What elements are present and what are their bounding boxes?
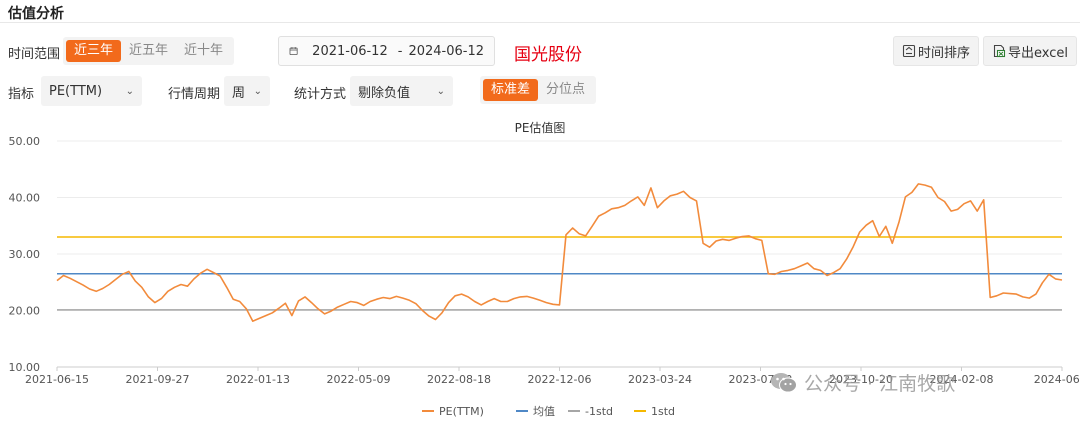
calendar-icon	[289, 47, 298, 55]
chevron-down-icon: ⌄	[436, 85, 445, 97]
time-range-segment: 近三年 近五年 近十年	[63, 37, 235, 65]
date-range-picker[interactable]: 2021-06-12 - 2024-06-12	[278, 36, 495, 66]
x-tick-label: 2022-12-06	[528, 373, 592, 386]
period-value: 周	[232, 85, 246, 101]
time-range-option-3y[interactable]: 近三年	[66, 40, 122, 62]
wechat-icon	[771, 372, 797, 392]
date-end[interactable]: 2024-06-12	[408, 44, 484, 59]
time-range-option-5y[interactable]: 近五年	[121, 40, 176, 62]
x-tick-label: 2021-06-15	[25, 373, 89, 386]
legend-item-label[interactable]: 1std	[651, 405, 675, 418]
time-sort-button[interactable]: 时间排序	[893, 36, 980, 66]
chart-title: PE估值图	[515, 120, 566, 135]
pe-series	[56, 183, 1063, 323]
mode-option-percentile[interactable]: 分位点	[538, 79, 593, 101]
x-tick-label: 2022-08-18	[427, 373, 491, 386]
metric-value: PE(TTM)	[49, 83, 103, 99]
mode-option-std[interactable]: 标准差	[483, 79, 539, 101]
export-excel-button[interactable]: 导出excel	[983, 36, 1077, 66]
chart-legend: PE(TTM) 均值 -1std 1std	[422, 405, 675, 418]
sort-icon	[902, 44, 916, 58]
panel-title: 估值分析	[8, 6, 64, 22]
x-tick-label: 2022-05-09	[327, 373, 391, 386]
gridlines	[57, 140, 1062, 368]
stock-name: 国光股份	[514, 45, 582, 65]
chevron-down-icon: ⌄	[253, 85, 262, 97]
chevron-down-icon: ⌄	[125, 85, 134, 97]
time-range-label: 时间范围	[8, 47, 61, 62]
time-sort-label: 时间排序	[918, 45, 971, 61]
date-separator: -	[397, 43, 403, 59]
y-tick-label: 50.00	[9, 135, 41, 148]
period-select[interactable]: 周 ⌄	[224, 76, 270, 106]
x-tick-label: 2023-03-24	[628, 373, 692, 386]
y-tick-label: 20.00	[9, 305, 41, 318]
export-excel-label: 导出excel	[1008, 45, 1068, 61]
stat-method-select[interactable]: 剔除负值 ⌄	[350, 76, 453, 106]
header-divider	[0, 22, 1080, 23]
stat-method-label: 统计方式	[294, 87, 347, 102]
stat-method-value: 剔除负值	[358, 85, 411, 101]
y-axis-ticks: 10.0020.0030.0040.0050.00	[9, 135, 41, 374]
period-label: 行情周期	[168, 87, 221, 102]
y-tick-label: 30.00	[9, 248, 41, 261]
metric-label: 指标	[8, 87, 35, 102]
metric-select[interactable]: PE(TTM) ⌄	[41, 76, 142, 106]
x-tick-label: 2024-06...	[1034, 373, 1080, 386]
legend-item-label[interactable]: -1std	[585, 405, 613, 418]
y-tick-label: 40.00	[9, 192, 41, 205]
date-start[interactable]: 2021-06-12	[312, 44, 388, 59]
excel-file-icon	[993, 44, 1006, 58]
watermark-text: 公众号 · 江南牧歌	[804, 373, 956, 395]
legend-item-label[interactable]: PE(TTM)	[439, 405, 484, 418]
x-tick-label: 2022-01-13	[226, 373, 290, 386]
watermark: 公众号 · 江南牧歌	[770, 369, 955, 396]
x-tick-label: 2021-09-27	[126, 373, 190, 386]
pe-ttm-line	[56, 183, 1063, 323]
mode-segment: 标准差 分位点	[480, 76, 597, 104]
legend-item-label[interactable]: 均值	[533, 405, 555, 418]
time-range-option-10y[interactable]: 近十年	[176, 40, 231, 62]
